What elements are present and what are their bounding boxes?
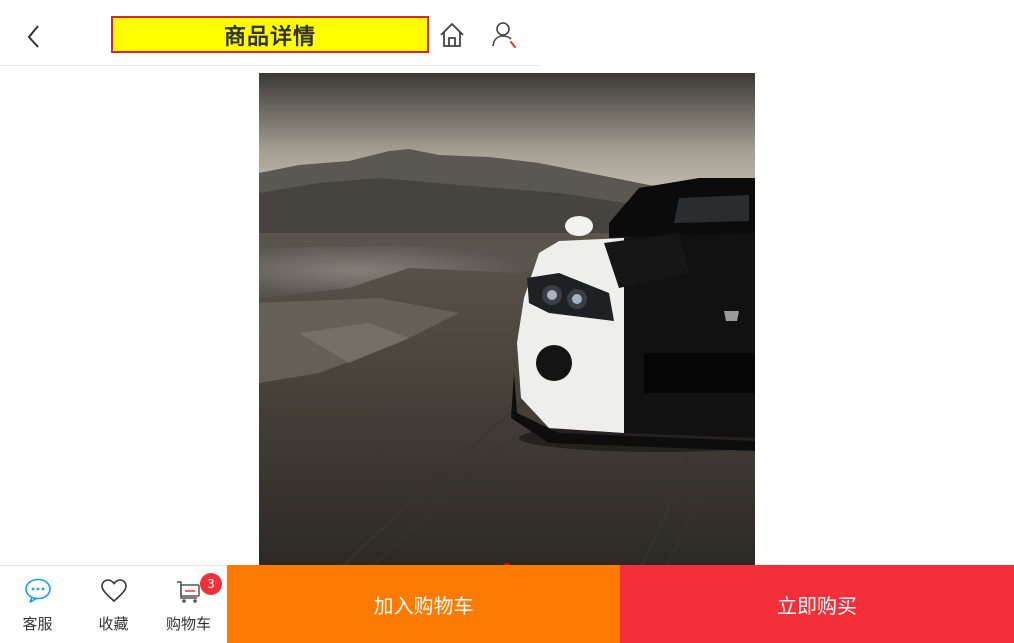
page-title-box: 商品详情 — [111, 16, 429, 53]
buy-now-button[interactable]: 立即购买 — [620, 565, 1014, 643]
chevron-left-icon — [27, 25, 39, 48]
product-image[interactable] — [259, 73, 755, 570]
favorite-label: 收藏 — [98, 615, 129, 633]
favorite-button[interactable]: 收藏 — [76, 566, 151, 643]
heart-icon — [100, 579, 127, 603]
top-header: 商品详情 — [0, 0, 540, 66]
user-button[interactable] — [490, 20, 520, 50]
back-button[interactable] — [18, 20, 48, 50]
chat-bubble-icon — [24, 578, 51, 603]
customer-service-label: 客服 — [22, 615, 53, 633]
page-title: 商品详情 — [223, 24, 316, 50]
cart-label: 购物车 — [165, 615, 211, 633]
add-to-cart-button[interactable]: 加入购物车 — [227, 565, 620, 643]
product-photo — [259, 73, 755, 570]
cart-count-badge: 3 — [200, 573, 222, 595]
customer-service-button[interactable]: 客服 — [0, 566, 75, 643]
bottom-tools: 客服 收藏 购物车 3 — [0, 565, 227, 643]
home-button[interactable] — [437, 20, 467, 50]
home-icon — [440, 23, 464, 47]
user-icon — [492, 22, 516, 48]
bottom-action-bar: 客服 收藏 购物车 3 加入购物车 立即购买 — [0, 565, 1014, 643]
cart-icon — [176, 581, 200, 603]
